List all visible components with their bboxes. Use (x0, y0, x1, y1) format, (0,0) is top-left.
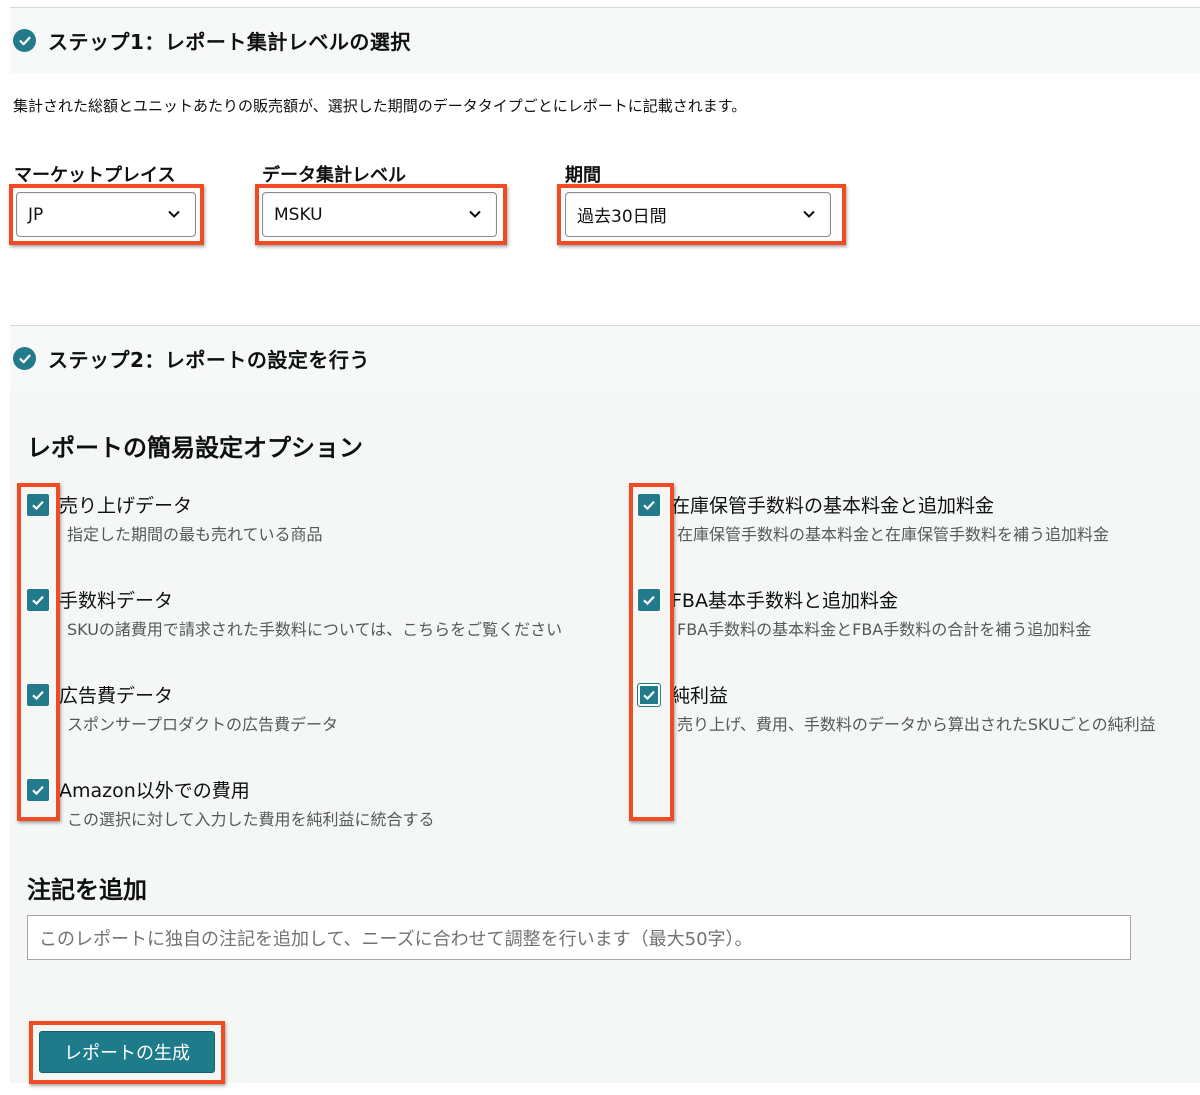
option-desc: 在庫保管手数料の基本料金と在庫保管手数料を補う追加料金 (677, 525, 1110, 544)
option-desc: SKUの諸費用で請求された手数料については、こちらをご覧ください (67, 620, 563, 639)
option-title: 手数料データ (59, 590, 174, 612)
option-desc: FBA手数料の基本料金とFBA手数料の合計を補う追加料金 (677, 620, 1092, 639)
option-title: 在庫保管手数料の基本料金と追加料金 (671, 495, 995, 517)
option-title: FBA基本手数料と追加料金 (671, 590, 898, 612)
check-circle-icon (13, 347, 36, 370)
highlight-box (557, 184, 846, 245)
note-placeholder: このレポートに独自の注記を追加して、ニーズに合わせて調整を行います（最大50字）… (39, 928, 753, 950)
step1-title: ステップ1：レポート集計レベルの選択 (48, 30, 411, 54)
option-desc: 指定した期間の最も売れている商品 (67, 525, 323, 544)
option-desc: 売り上げ、費用、手数料のデータから算出されたSKUごとの純利益 (677, 715, 1156, 734)
step1-description: 集計された総額とユニットあたりの販売額が、選択した期間のデータタイプごとにレポー… (13, 97, 747, 115)
step2-title: ステップ2：レポートの設定を行う (48, 348, 370, 372)
option-title: 純利益 (671, 685, 729, 707)
highlight-box (255, 184, 507, 245)
step1-header: ステップ1：レポート集計レベルの選択 (10, 8, 1200, 73)
highlight-box (17, 483, 60, 821)
step2-header: ステップ2：レポートの設定を行う (10, 326, 1200, 391)
highlight-box (9, 184, 204, 245)
option-desc: この選択に対して入力した費用を純利益に統合する (67, 810, 435, 829)
options-title: レポートの簡易設定オプション (27, 434, 363, 462)
highlight-box (629, 483, 674, 821)
highlight-box (29, 1021, 225, 1084)
option-title: 売り上げデータ (59, 495, 193, 517)
option-title: Amazon以外での費用 (59, 780, 250, 802)
option-desc: スポンサープロダクトの広告費データ (67, 715, 339, 734)
check-circle-icon (13, 29, 36, 52)
note-input[interactable]: このレポートに独自の注記を追加して、ニーズに合わせて調整を行います（最大50字）… (27, 915, 1131, 960)
note-title: 注記を追加 (27, 876, 147, 904)
option-title: 広告費データ (59, 685, 174, 707)
